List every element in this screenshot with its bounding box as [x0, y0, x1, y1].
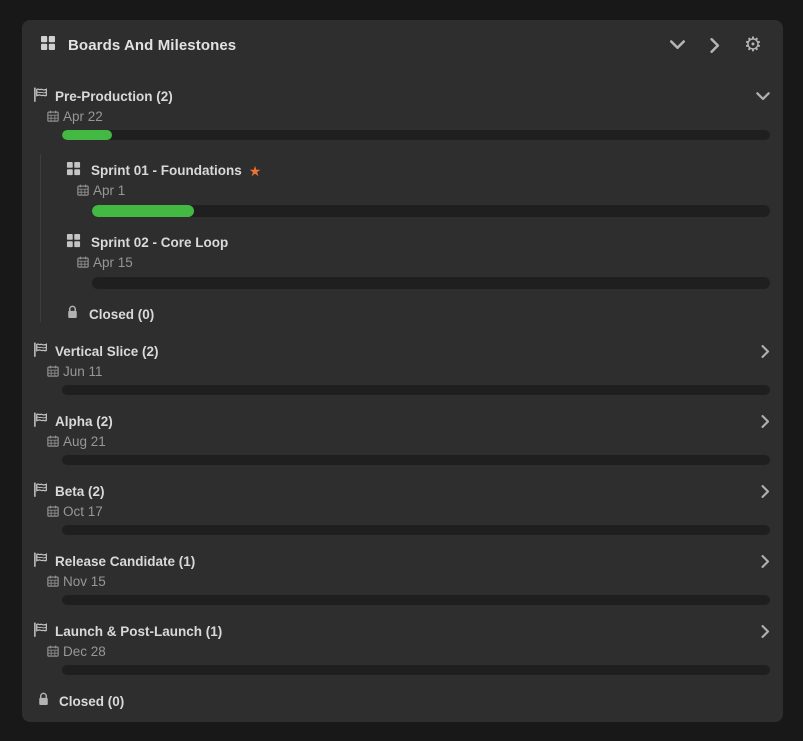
milestone-name: Release Candidate (1)	[55, 554, 195, 569]
due-date-text: Apr 15	[93, 255, 133, 270]
milestone-row[interactable]: Vertical Slice (2)	[33, 343, 770, 360]
calendar-icon	[77, 184, 89, 196]
due-date-text: Dec 28	[63, 644, 106, 659]
board-grid-icon	[66, 233, 81, 253]
milestone-flag-icon	[33, 622, 48, 642]
milestone-name: Vertical Slice (2)	[55, 344, 159, 359]
milestone-row[interactable]: Release Candidate (1)	[33, 553, 770, 570]
milestone-section-vertical-slice: Vertical Slice (2) Jun 11	[33, 343, 770, 395]
collapse-milestone-chevron-down-icon[interactable]	[756, 92, 770, 101]
milestone-progress-bar	[62, 595, 770, 605]
milestone-progress-fill	[62, 130, 112, 140]
panel-settings-gear-icon[interactable]: ⚙	[741, 33, 765, 57]
expand-milestone-chevron-right-icon[interactable]	[761, 555, 770, 568]
milestone-row[interactable]: Beta (2)	[33, 483, 770, 500]
milestone-flag-icon	[33, 412, 48, 432]
milestone-due-date: Nov 15	[47, 573, 770, 589]
milestone-section-release-candidate: Release Candidate (1) Nov 15	[33, 553, 770, 605]
calendar-icon	[47, 505, 59, 517]
due-date-text: Aug 21	[63, 434, 106, 449]
board-due-date: Apr 15	[77, 254, 770, 270]
calendar-icon	[47, 645, 59, 657]
board-grid-icon	[66, 161, 81, 181]
expand-milestone-chevron-right-icon[interactable]	[761, 625, 770, 638]
due-date-text: Nov 15	[63, 574, 106, 589]
calendar-icon	[47, 575, 59, 587]
due-date-text: Apr 22	[63, 109, 103, 124]
board-name: Sprint 02 - Core Loop	[91, 235, 228, 250]
milestone-due-date: Dec 28	[47, 643, 770, 659]
milestone-progress-bar	[62, 665, 770, 675]
expand-milestone-chevron-right-icon[interactable]	[761, 415, 770, 428]
milestone-due-date: Jun 11	[47, 363, 770, 379]
milestone-row[interactable]: Launch & Post-Launch (1)	[33, 623, 770, 640]
milestone-list: Pre-Production (2) Apr 22	[22, 88, 783, 709]
milestone-section-beta: Beta (2) Oct 17	[33, 483, 770, 535]
milestone-due-date: Apr 22	[47, 108, 770, 124]
milestone-flag-icon	[33, 552, 48, 572]
closed-label: Closed (0)	[89, 307, 154, 322]
milestone-name: Beta (2)	[55, 484, 105, 499]
boards-grid-icon	[40, 35, 56, 56]
milestone-section-alpha: Alpha (2) Aug 21	[33, 413, 770, 465]
milestone-row[interactable]: Alpha (2)	[33, 413, 770, 430]
collapse-panel-chevron-down-icon[interactable]	[665, 33, 689, 57]
calendar-icon	[47, 110, 59, 122]
board-row[interactable]: Sprint 01 - Foundations ★	[66, 162, 770, 179]
milestone-name: Alpha (2)	[55, 414, 113, 429]
calendar-icon	[47, 365, 59, 377]
closed-label: Closed (0)	[59, 694, 124, 709]
panel-chevron-right-icon[interactable]	[703, 33, 727, 57]
closed-boards-row[interactable]: Closed (0)	[66, 306, 770, 322]
board-progress-fill	[92, 205, 194, 217]
milestone-progress-bar	[62, 385, 770, 395]
milestone-due-date: Oct 17	[47, 503, 770, 519]
milestone-flag-icon	[33, 482, 48, 502]
favorite-star-icon[interactable]: ★	[249, 164, 262, 178]
board-due-date: Apr 1	[77, 182, 770, 198]
lock-icon	[66, 305, 79, 324]
due-date-text: Apr 1	[93, 183, 125, 198]
milestone-due-date: Aug 21	[47, 433, 770, 449]
panel-header: Boards And Milestones ⚙	[22, 20, 783, 70]
milestone-progress-bar	[62, 525, 770, 535]
expand-milestone-chevron-right-icon[interactable]	[761, 485, 770, 498]
board-name: Sprint 01 - Foundations	[91, 163, 242, 178]
milestone-row[interactable]: Pre-Production (2)	[33, 88, 770, 105]
panel-title: Boards And Milestones	[68, 37, 236, 54]
milestone-flag-icon	[33, 87, 48, 107]
board-progress-bar	[92, 205, 770, 217]
milestone-progress-bar	[62, 130, 770, 140]
milestone-flag-icon	[33, 342, 48, 362]
boards-milestones-panel: Boards And Milestones ⚙ Pre-Produ	[22, 20, 783, 722]
board-row[interactable]: Sprint 02 - Core Loop	[66, 234, 770, 251]
board-progress-bar	[92, 277, 770, 289]
lock-icon	[37, 692, 50, 711]
milestone-name: Launch & Post-Launch (1)	[55, 624, 222, 639]
milestone-name: Pre-Production (2)	[55, 89, 173, 104]
board-section-sprint-01: Sprint 01 - Foundations ★ Apr 1	[66, 162, 770, 217]
milestone-section-pre-production: Pre-Production (2) Apr 22	[33, 88, 770, 322]
closed-milestones-row[interactable]: Closed (0)	[37, 693, 770, 709]
calendar-icon	[47, 435, 59, 447]
milestone-section-launch-post-launch: Launch & Post-Launch (1) Dec 28	[33, 623, 770, 675]
due-date-text: Oct 17	[63, 504, 103, 519]
milestone-boards-group: Sprint 01 - Foundations ★ Apr 1	[40, 154, 770, 322]
calendar-icon	[77, 256, 89, 268]
due-date-text: Jun 11	[63, 364, 103, 379]
milestone-progress-bar	[62, 455, 770, 465]
expand-milestone-chevron-right-icon[interactable]	[761, 345, 770, 358]
board-section-sprint-02: Sprint 02 - Core Loop Apr 15	[66, 234, 770, 289]
